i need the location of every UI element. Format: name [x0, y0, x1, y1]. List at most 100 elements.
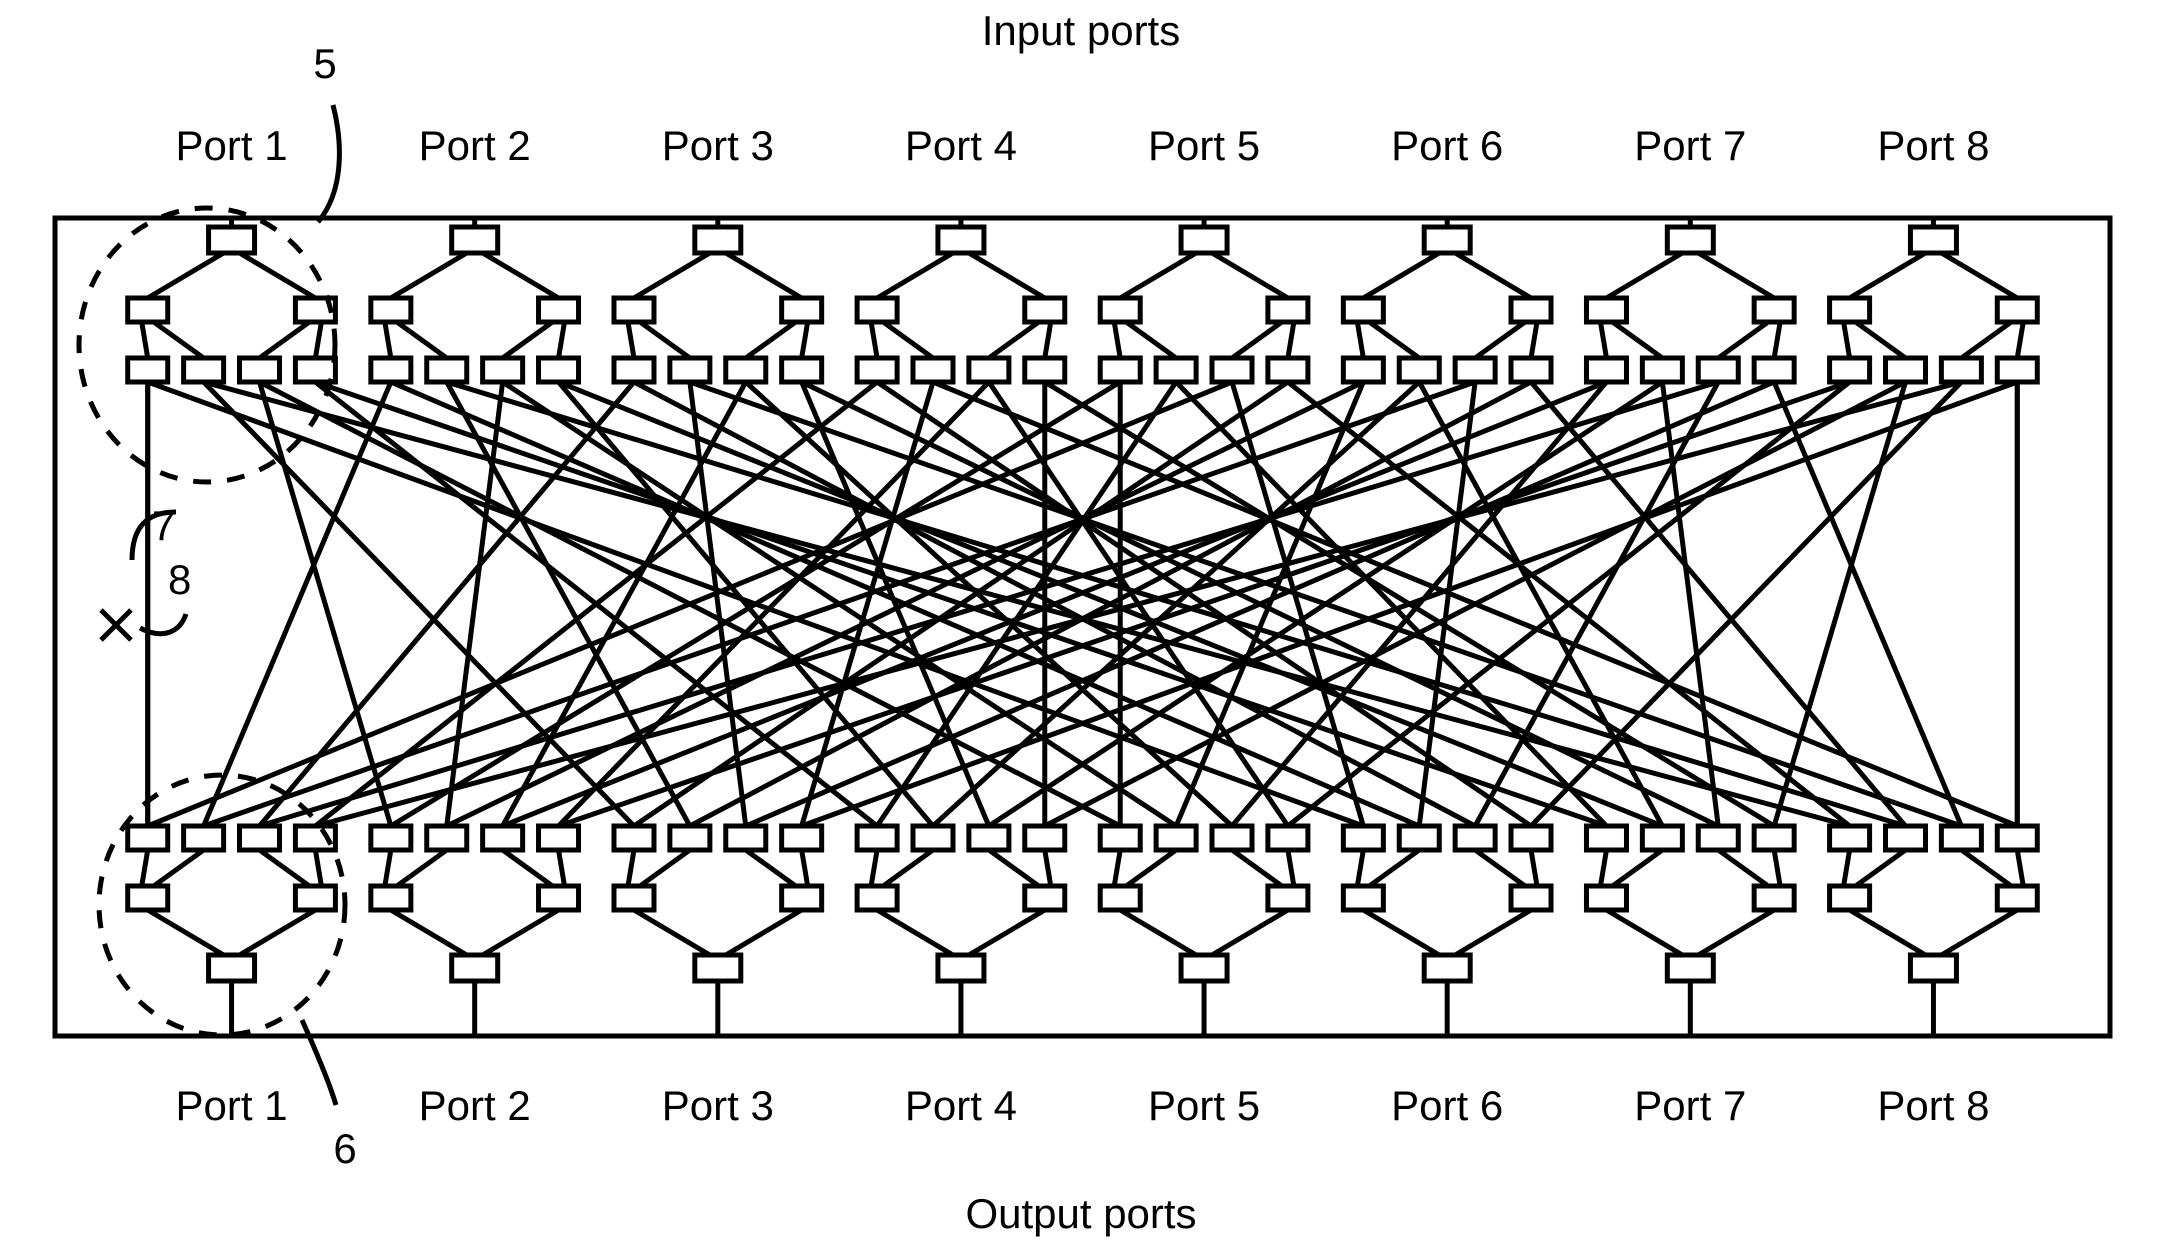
input-crossbar-node[interactable] [1882, 355, 1928, 385]
input-crossbar-node[interactable] [536, 355, 582, 385]
input-mid-switch[interactable] [1022, 295, 1068, 325]
input-crossbar-node[interactable] [368, 355, 414, 385]
input-crossbar-node[interactable] [1938, 355, 1984, 385]
input-crossbar-node[interactable] [966, 355, 1012, 385]
input-root-switch[interactable] [1421, 224, 1473, 256]
input-root-switch[interactable] [1664, 224, 1716, 256]
output-mid-switch[interactable] [1751, 883, 1797, 913]
output-root-switch[interactable] [206, 952, 258, 984]
output-crossbar-node[interactable] [1827, 823, 1873, 853]
input-crossbar-node[interactable] [1452, 355, 1498, 385]
input-mid-switch[interactable] [1265, 295, 1311, 325]
output-crossbar-node[interactable] [910, 823, 956, 853]
input-mid-switch[interactable] [854, 295, 900, 325]
output-mid-switch[interactable] [1340, 883, 1386, 913]
input-root-switch[interactable] [206, 224, 258, 256]
input-crossbar-node[interactable] [1097, 355, 1143, 385]
input-crossbar-node[interactable] [1022, 355, 1068, 385]
input-crossbar-node[interactable] [1827, 355, 1873, 385]
input-crossbar-node[interactable] [1583, 355, 1629, 385]
output-mid-switch[interactable] [1508, 883, 1554, 913]
output-crossbar-node[interactable] [368, 823, 414, 853]
output-crossbar-node[interactable] [1994, 823, 2040, 853]
input-crossbar-node[interactable] [424, 355, 470, 385]
output-mid-switch[interactable] [1994, 883, 2040, 913]
output-mid-switch[interactable] [1583, 883, 1629, 913]
input-root-switch[interactable] [1907, 224, 1959, 256]
output-crossbar-node[interactable] [854, 823, 900, 853]
output-mid-switch[interactable] [1827, 883, 1873, 913]
output-crossbar-node[interactable] [779, 823, 825, 853]
output-root-switch[interactable] [449, 952, 501, 984]
input-crossbar-node[interactable] [1396, 355, 1442, 385]
input-root-switch[interactable] [1178, 224, 1230, 256]
input-crossbar-node[interactable] [910, 355, 956, 385]
input-mid-switch[interactable] [1827, 295, 1873, 325]
input-crossbar-node[interactable] [1265, 355, 1311, 385]
input-mid-switch[interactable] [1340, 295, 1386, 325]
output-crossbar-node[interactable] [181, 823, 227, 853]
output-mid-switch[interactable] [292, 883, 338, 913]
input-crossbar-node[interactable] [1751, 355, 1797, 385]
input-crossbar-node[interactable] [854, 355, 900, 385]
input-mid-switch[interactable] [1994, 295, 2040, 325]
output-root-switch[interactable] [1907, 952, 1959, 984]
output-root-switch[interactable] [1178, 952, 1230, 984]
input-crossbar-node[interactable] [611, 355, 657, 385]
output-mid-switch[interactable] [611, 883, 657, 913]
output-crossbar-node[interactable] [1938, 823, 1984, 853]
output-crossbar-node[interactable] [536, 823, 582, 853]
output-crossbar-node[interactable] [1153, 823, 1199, 853]
input-crossbar-node[interactable] [480, 355, 526, 385]
output-mid-switch[interactable] [536, 883, 582, 913]
input-mid-switch[interactable] [611, 295, 657, 325]
input-root-switch[interactable] [692, 224, 744, 256]
output-crossbar-node[interactable] [1265, 823, 1311, 853]
output-crossbar-node[interactable] [1695, 823, 1741, 853]
output-crossbar-node[interactable] [1396, 823, 1442, 853]
output-crossbar-node[interactable] [1097, 823, 1143, 853]
input-mid-switch[interactable] [1583, 295, 1629, 325]
input-mid-switch[interactable] [1508, 295, 1554, 325]
output-crossbar-node[interactable] [125, 823, 171, 853]
output-crossbar-node[interactable] [723, 823, 769, 853]
input-crossbar-node[interactable] [1340, 355, 1386, 385]
input-crossbar-node[interactable] [237, 355, 283, 385]
output-crossbar-node[interactable] [1583, 823, 1629, 853]
output-mid-switch[interactable] [1022, 883, 1068, 913]
output-root-switch[interactable] [692, 952, 744, 984]
input-crossbar-node[interactable] [1695, 355, 1741, 385]
input-crossbar-node[interactable] [1639, 355, 1685, 385]
output-crossbar-node[interactable] [1022, 823, 1068, 853]
output-mid-switch[interactable] [125, 883, 171, 913]
output-mid-switch[interactable] [1265, 883, 1311, 913]
output-crossbar-node[interactable] [1882, 823, 1928, 853]
output-mid-switch[interactable] [368, 883, 414, 913]
input-crossbar-node[interactable] [723, 355, 769, 385]
output-crossbar-node[interactable] [667, 823, 713, 853]
output-crossbar-node[interactable] [1751, 823, 1797, 853]
output-crossbar-node[interactable] [1340, 823, 1386, 853]
output-crossbar-node[interactable] [1452, 823, 1498, 853]
output-crossbar-node[interactable] [1639, 823, 1685, 853]
input-root-switch[interactable] [449, 224, 501, 256]
output-mid-switch[interactable] [779, 883, 825, 913]
input-crossbar-node[interactable] [779, 355, 825, 385]
input-mid-switch[interactable] [368, 295, 414, 325]
input-crossbar-node[interactable] [667, 355, 713, 385]
input-mid-switch[interactable] [536, 295, 582, 325]
input-crossbar-node[interactable] [1994, 355, 2040, 385]
input-root-switch[interactable] [935, 224, 987, 256]
output-root-switch[interactable] [935, 952, 987, 984]
output-mid-switch[interactable] [854, 883, 900, 913]
input-crossbar-node[interactable] [1209, 355, 1255, 385]
input-mid-switch[interactable] [1097, 295, 1143, 325]
output-crossbar-node[interactable] [237, 823, 283, 853]
input-crossbar-node[interactable] [1508, 355, 1554, 385]
output-crossbar-node[interactable] [966, 823, 1012, 853]
output-crossbar-node[interactable] [611, 823, 657, 853]
output-mid-switch[interactable] [1097, 883, 1143, 913]
input-crossbar-node[interactable] [181, 355, 227, 385]
input-mid-switch[interactable] [1751, 295, 1797, 325]
output-crossbar-node[interactable] [424, 823, 470, 853]
